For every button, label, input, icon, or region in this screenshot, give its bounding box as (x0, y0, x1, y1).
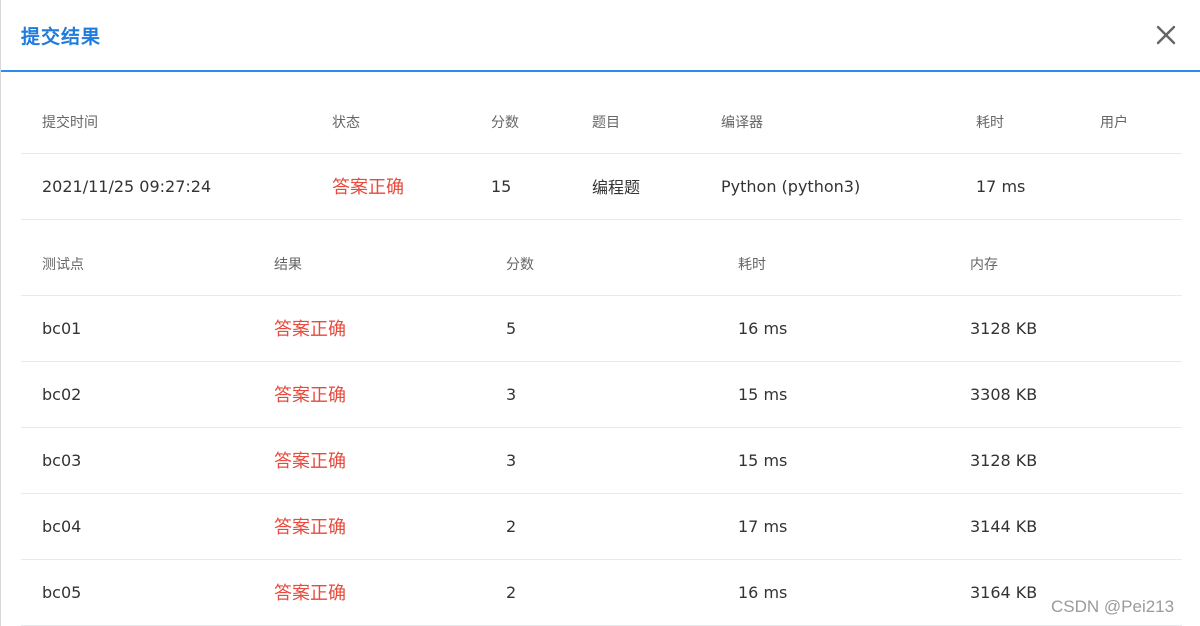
elapsed-time: 17 ms (738, 516, 788, 536)
score: 15 (491, 176, 512, 196)
header-score: 分数 (506, 256, 534, 273)
test-point: bc02 (42, 384, 82, 404)
header-memory: 内存 (970, 256, 998, 273)
score: 2 (506, 582, 517, 602)
table-row: bc04 答案正确 2 17 ms 3144 KB (21, 493, 1182, 559)
test-cases-table: 测试点 结果 分数 耗时 内存 bc01 答案正确 5 16 ms 3128 K… (21, 219, 1182, 626)
status-badge: 答案正确 (332, 177, 404, 198)
elapsed-time: 16 ms (738, 318, 788, 338)
header-problem: 题目 (592, 115, 620, 132)
score: 5 (506, 318, 517, 338)
elapsed-time: 15 ms (738, 384, 788, 404)
memory: 3144 KB (970, 516, 1038, 536)
table-header-row: 测试点 结果 分数 耗时 内存 (21, 219, 1182, 295)
table-row: bc01 答案正确 5 16 ms 3128 KB (21, 295, 1182, 361)
header-time: 耗时 (976, 115, 1004, 132)
table-header-row: 提交时间 状态 分数 题目 编译器 耗时 用户 (21, 92, 1182, 153)
dialog-header: 提交结果 (1, 0, 1200, 72)
result-badge: 答案正确 (274, 451, 346, 472)
elapsed-time: 16 ms (738, 582, 788, 602)
problem-link[interactable]: 编程题 (571, 153, 700, 219)
header-test-point: 测试点 (42, 256, 84, 273)
result-badge: 答案正确 (274, 583, 346, 604)
elapsed-time: 15 ms (738, 450, 788, 470)
submission-result-dialog: 提交结果 提交时间 状态 分数 题目 编译器 耗时 用户 2021/11/25 … (0, 0, 1200, 626)
memory: 3128 KB (970, 318, 1038, 338)
close-icon[interactable] (1151, 20, 1181, 50)
user (1079, 153, 1182, 219)
header-submit-time: 提交时间 (42, 115, 98, 132)
table-row: bc03 答案正确 3 15 ms 3128 KB (21, 427, 1182, 493)
header-time: 耗时 (738, 256, 766, 273)
score: 3 (506, 384, 517, 404)
result-badge: 答案正确 (274, 385, 346, 406)
table-row: bc05 答案正确 2 16 ms 3164 KB (21, 559, 1182, 625)
submission-summary-table: 提交时间 状态 分数 题目 编译器 耗时 用户 2021/11/25 09:27… (21, 92, 1182, 220)
header-status: 状态 (332, 115, 360, 132)
score: 2 (506, 516, 517, 536)
header-score: 分数 (491, 115, 519, 132)
test-point: bc04 (42, 516, 82, 536)
test-point: bc03 (42, 450, 82, 470)
watermark: CSDN @Pei213 (1051, 597, 1175, 616)
score: 3 (506, 450, 517, 470)
compiler: Python (python3) (721, 176, 861, 196)
dialog-title: 提交结果 (21, 26, 102, 48)
test-point: bc05 (42, 582, 82, 602)
table-row: bc02 答案正确 3 15 ms 3308 KB (21, 361, 1182, 427)
test-point: bc01 (42, 318, 82, 338)
result-badge: 答案正确 (274, 319, 346, 340)
elapsed-time: 17 ms (976, 176, 1026, 196)
header-user: 用户 (1100, 115, 1128, 132)
header-result: 结果 (274, 256, 302, 273)
memory: 3308 KB (970, 384, 1038, 404)
memory: 3128 KB (970, 450, 1038, 470)
result-badge: 答案正确 (274, 517, 346, 538)
table-row: 2021/11/25 09:27:24 答案正确 15 编程题 Python (… (21, 153, 1182, 219)
submit-time: 2021/11/25 09:27:24 (42, 176, 212, 196)
header-compiler: 编译器 (721, 115, 763, 132)
